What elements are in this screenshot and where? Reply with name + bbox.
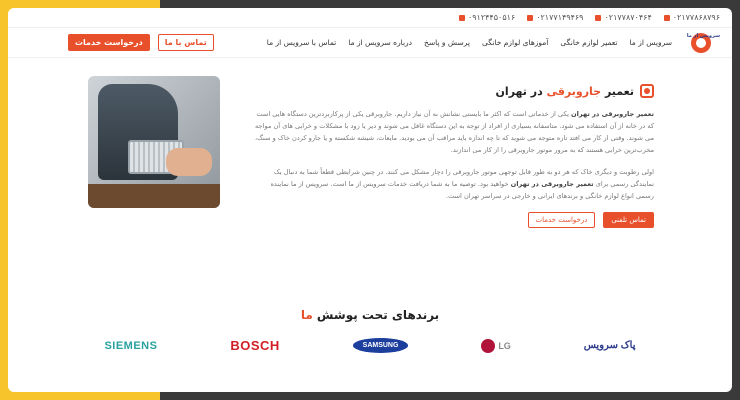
intro-bold: تعمیر جاروبرقی در تهران: [571, 110, 654, 118]
brands-title: برندهای تحت پوشش ما: [8, 308, 732, 322]
brand-lg[interactable]: LG: [481, 338, 511, 353]
nav-item-faq[interactable]: پرسش و پاسخ: [424, 38, 470, 47]
phone-number: ۰۹۱۲۴۴۵۰۵۱۶: [467, 13, 516, 22]
nav-item-repair[interactable]: تعمیر لوازم خانگی: [560, 38, 617, 47]
mobile-icon: [458, 14, 465, 21]
phone-4[interactable]: ۰۹۱۲۴۴۵۰۵۱۶: [458, 13, 516, 22]
site-logo[interactable]: سرویس از ما: [684, 32, 720, 54]
nav-item-about[interactable]: درباره سرویس از ما: [348, 38, 412, 47]
nav-item-about-service[interactable]: سرویس از ما: [630, 38, 672, 47]
phone-call-button[interactable]: تماس تلفنی: [603, 212, 654, 228]
phone-number: ۰۲۱۷۷۸۶۸۷۹۶: [672, 13, 720, 22]
brands-title-prefix: برندهای تحت پوشش: [312, 308, 440, 322]
request-service-button[interactable]: درخواست خدمات: [68, 34, 150, 51]
phone-3[interactable]: ۰۲۱۷۷۱۴۹۴۶۹: [527, 13, 583, 22]
nav-menu: سرویس از ما سرویس از ما تعمیر لوازم خانگ…: [267, 32, 720, 54]
nav-actions: درخواست خدمات تماس با ما: [68, 34, 214, 51]
topbar: ۰۹۱۲۴۴۵۰۵۱۶ ۰۲۱۷۷۱۴۹۴۶۹ ۰۲۱۷۷۸۷۰۴۶۴ ۰۲۱۷…: [8, 8, 732, 28]
brand-bosch[interactable]: BOSCH: [230, 338, 279, 353]
p2-bold: تعمیر جاروبرقی در تهران: [510, 180, 594, 188]
main-section: تعمیر جاروبرقی در تهران تعمیر جاروبرقی د…: [8, 74, 732, 254]
phone-icon: [527, 14, 534, 21]
phone-2[interactable]: ۰۲۱۷۷۸۷۰۴۶۴: [595, 13, 652, 22]
title-prefix: تعمیر: [601, 84, 634, 98]
vacuum-icon: [640, 84, 654, 98]
main-nav: درخواست خدمات تماس با ما سرویس از ما سرو…: [8, 28, 732, 58]
intro-paragraph: تعمیر جاروبرقی در تهران یکی از خدماتی اس…: [254, 108, 654, 156]
logo-text: سرویس از ما: [686, 32, 720, 39]
brand-pak-service[interactable]: پاک سرویس: [584, 340, 636, 351]
brand-logos: SIEMENS BOSCH SAMSUNG LG پاک سرویس: [8, 338, 732, 353]
phone-1[interactable]: ۰۲۱۷۷۸۶۸۷۹۶: [663, 13, 720, 22]
nav-item-tutorials[interactable]: آموزهای لوازم خانگی: [482, 38, 548, 47]
second-paragraph: اولی رطوبت و دیگری خاک که هر دو به طور ق…: [254, 166, 654, 202]
page: ۰۹۱۲۴۴۵۰۵۱۶ ۰۲۱۷۷۱۴۹۴۶۹ ۰۲۱۷۷۸۷۰۴۶۴ ۰۲۱۷…: [8, 8, 732, 392]
hand: [166, 148, 212, 176]
contact-button[interactable]: تماس با ما: [157, 34, 214, 51]
section-heading: تعمیر جاروبرقی در تهران: [254, 84, 654, 98]
phone-number: ۰۲۱۷۷۸۷۰۴۶۴: [604, 13, 652, 22]
title-accent: جاروبرقی: [546, 84, 602, 98]
cta-buttons: تماس تلفنی درخواست خدمات: [254, 212, 654, 228]
request-service-button-secondary[interactable]: درخواست خدمات: [527, 212, 596, 228]
brands-title-accent: ما: [300, 308, 313, 322]
floor: [88, 184, 220, 208]
lg-logo-icon: [481, 338, 496, 353]
brand-siemens[interactable]: SIEMENS: [104, 340, 157, 352]
phone-icon: [595, 14, 602, 21]
page-title: تعمیر جاروبرقی در تهران: [496, 85, 634, 98]
brand-lg-label: LG: [498, 340, 511, 351]
vacuum-repair-image: [88, 76, 220, 208]
phone-icon: [663, 14, 670, 21]
brand-samsung[interactable]: SAMSUNG: [352, 338, 409, 353]
main-content: تعمیر جاروبرقی در تهران تعمیر جاروبرقی د…: [254, 74, 654, 228]
phone-number: ۰۲۱۷۷۱۴۹۴۶۹: [536, 13, 584, 22]
title-suffix: در تهران: [495, 84, 547, 98]
nav-item-contact[interactable]: تماس با سرویس از ما: [267, 38, 336, 47]
